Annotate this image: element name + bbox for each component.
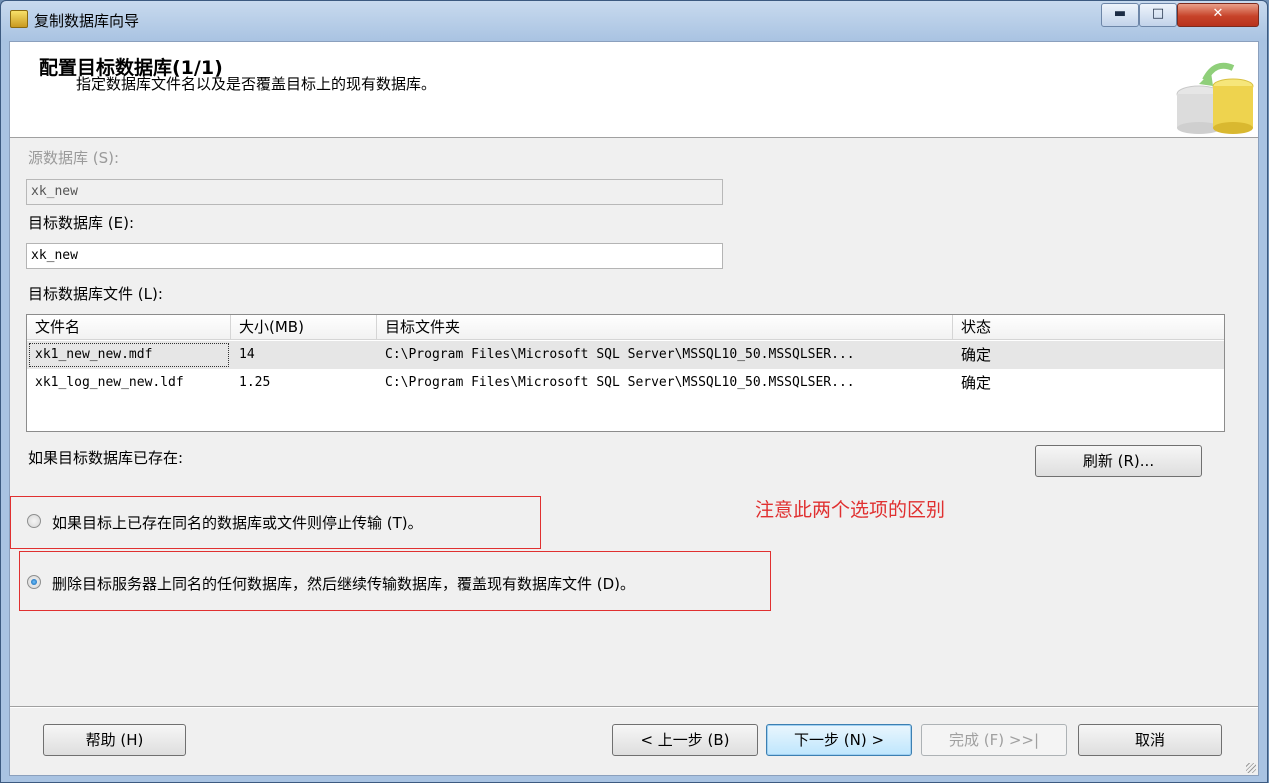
back-button[interactable]: < 上一步 (B) bbox=[612, 724, 758, 756]
table-row[interactable]: xk1_new_new.mdf 14 C:\Program Files\Micr… bbox=[27, 341, 1224, 369]
next-button[interactable]: 下一步 (N) > bbox=[766, 724, 912, 756]
drop-and-continue-label[interactable]: 删除目标服务器上同名的任何数据库，然后继续传输数据库，覆盖现有数据库文件 (D)… bbox=[52, 573, 635, 594]
database-copy-icon bbox=[1171, 54, 1255, 134]
refresh-button[interactable]: 刷新 (R)... bbox=[1035, 445, 1202, 477]
file-size-cell[interactable]: 1.25 bbox=[231, 369, 377, 397]
column-header-folder[interactable]: 目标文件夹 bbox=[377, 315, 953, 339]
page-subtitle: 指定数据库文件名以及是否覆盖目标上的现有数据库。 bbox=[76, 75, 437, 93]
if-exists-label: 如果目标数据库已存在: bbox=[28, 449, 184, 467]
source-database-label: 源数据库 (S): bbox=[28, 149, 120, 167]
app-icon bbox=[10, 10, 28, 28]
target-files-label: 目标数据库文件 (L): bbox=[28, 285, 163, 303]
grid-header: 文件名 大小(MB) 目标文件夹 状态 bbox=[27, 315, 1224, 340]
stop-transfer-radio[interactable] bbox=[27, 514, 41, 528]
source-database-field: xk_new bbox=[26, 179, 723, 205]
file-name-cell[interactable]: xk1_log_new_new.ldf bbox=[27, 369, 231, 397]
footer-divider bbox=[10, 706, 1258, 708]
drop-and-continue-radio[interactable] bbox=[27, 575, 41, 589]
file-name-cell[interactable]: xk1_new_new.mdf bbox=[27, 341, 231, 369]
table-row[interactable]: xk1_log_new_new.ldf 1.25 C:\Program File… bbox=[27, 369, 1224, 397]
window-title: 复制数据库向导 bbox=[34, 12, 140, 30]
file-folder-cell[interactable]: C:\Program Files\Microsoft SQL Server\MS… bbox=[377, 369, 953, 397]
stop-transfer-label[interactable]: 如果目标上已存在同名的数据库或文件则停止传输 (T)。 bbox=[52, 512, 423, 533]
maximize-button[interactable]: □ bbox=[1139, 3, 1177, 27]
file-size-cell[interactable]: 14 bbox=[231, 341, 377, 369]
column-header-status[interactable]: 状态 bbox=[953, 315, 1224, 339]
help-button[interactable]: 帮助 (H) bbox=[43, 724, 186, 756]
target-database-label: 目标数据库 (E): bbox=[28, 214, 135, 232]
wizard-client-area: 配置目标数据库(1/1) 指定数据库文件名以及是否覆盖目标上的现有数据库。 源数… bbox=[9, 41, 1259, 776]
annotation-note: 注意此两个选项的区别 bbox=[755, 499, 946, 521]
close-button[interactable]: ✕ bbox=[1177, 3, 1259, 27]
file-status-cell: 确定 bbox=[961, 346, 992, 364]
target-database-input[interactable]: xk_new bbox=[26, 243, 723, 269]
minimize-button[interactable]: ▬ bbox=[1101, 3, 1139, 27]
file-folder-cell[interactable]: C:\Program Files\Microsoft SQL Server\MS… bbox=[377, 341, 953, 369]
target-files-grid[interactable]: 文件名 大小(MB) 目标文件夹 状态 xk1_new_new.mdf 14 C… bbox=[26, 314, 1225, 432]
resize-grip[interactable] bbox=[1246, 763, 1256, 773]
finish-button: 完成 (F) >>| bbox=[921, 724, 1067, 756]
column-header-filename[interactable]: 文件名 bbox=[27, 315, 231, 339]
wizard-window: 复制数据库向导 ▬ □ ✕ 配置目标数据库(1/1) 指定数据库文件名以及是否覆… bbox=[0, 0, 1268, 783]
column-header-size[interactable]: 大小(MB) bbox=[231, 315, 377, 339]
page-header: 配置目标数据库(1/1) 指定数据库文件名以及是否覆盖目标上的现有数据库。 bbox=[10, 42, 1258, 138]
title-bar[interactable]: 复制数据库向导 ▬ □ ✕ bbox=[1, 1, 1267, 41]
cancel-button[interactable]: 取消 bbox=[1078, 724, 1222, 756]
file-status-cell: 确定 bbox=[961, 374, 992, 392]
